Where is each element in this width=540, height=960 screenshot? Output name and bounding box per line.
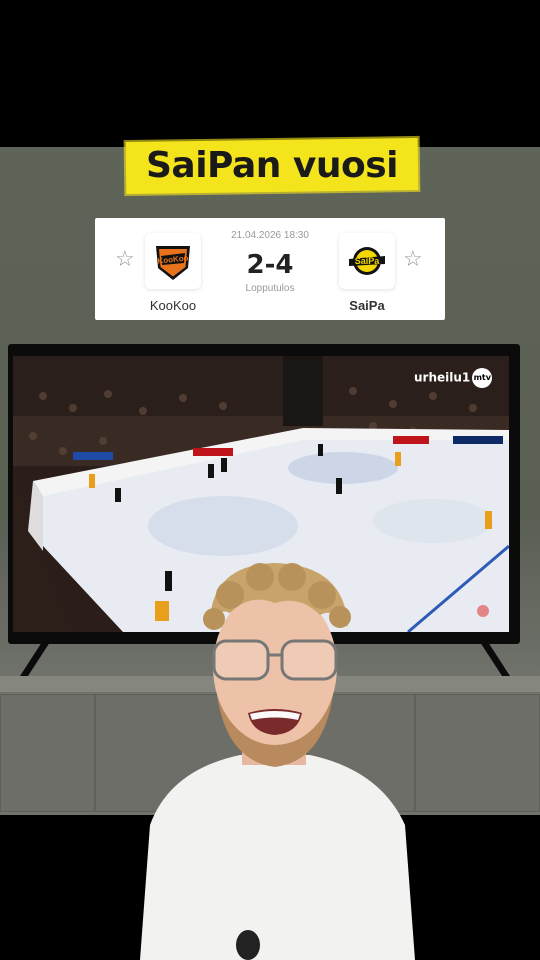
cabinet-door (0, 694, 95, 812)
score-card[interactable]: ☆ KooKoo 21.04.2026 18:30 2-4 Lopputulos… (95, 218, 445, 320)
broadcaster-name: urheilu1 (414, 370, 471, 385)
saipa-logo: SaiPa (339, 233, 395, 289)
mtv-badge: mtv (472, 368, 493, 388)
away-team-name: SaiPa (349, 298, 385, 313)
broadcaster-logo: urheilu1 mtv (414, 368, 493, 388)
cabinet-door (415, 694, 540, 812)
svg-text:SaiPa: SaiPa (355, 256, 381, 266)
video-title: SaiPan vuosi (145, 145, 399, 186)
presenter-figure (140, 563, 415, 960)
top-black-bar (0, 0, 540, 147)
tv-stand-left (20, 642, 50, 676)
favorite-away-star-icon[interactable]: ☆ (403, 248, 423, 270)
home-team-name: KooKoo (149, 298, 197, 313)
tv-stand-right (480, 642, 510, 676)
